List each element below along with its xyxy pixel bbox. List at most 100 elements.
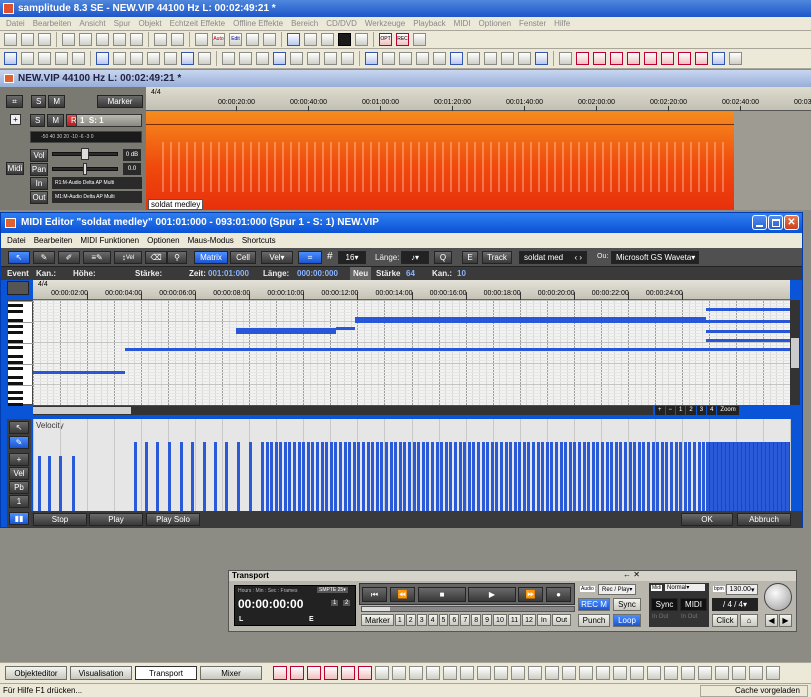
- velocity-bar[interactable]: [270, 442, 274, 511]
- velocity-bar[interactable]: [467, 442, 471, 511]
- menu-item[interactable]: Bearbeiten: [29, 19, 76, 28]
- velocity-bar[interactable]: [403, 442, 407, 511]
- velocity-bar[interactable]: [311, 442, 315, 511]
- piano-black-key[interactable]: [8, 367, 23, 370]
- track-expand-icon[interactable]: +: [10, 114, 21, 125]
- bottom-tool-icon[interactable]: [426, 666, 440, 680]
- track-name-field[interactable]: 1 S: 1: [76, 114, 142, 127]
- marker-number-button[interactable]: 1: [394, 614, 405, 626]
- toolbar-tool-icon[interactable]: [695, 52, 708, 65]
- punch-button[interactable]: Punch: [578, 614, 610, 627]
- velocity-bar[interactable]: [527, 442, 531, 511]
- velocity-bar[interactable]: [389, 442, 393, 511]
- pan-slider-handle[interactable]: [83, 163, 87, 175]
- counter-btn-1[interactable]: 1: [331, 600, 339, 606]
- menu-item[interactable]: MIDI: [450, 19, 475, 28]
- toolbar-tool-icon[interactable]: [535, 52, 548, 65]
- marker-button[interactable]: Marker: [97, 95, 144, 108]
- velocity-bar[interactable]: [522, 442, 526, 511]
- rec-m-button[interactable]: REC M: [578, 598, 610, 611]
- midi-note[interactable]: [124, 348, 790, 351]
- toolbar-tool-icon[interactable]: [239, 52, 252, 65]
- grid-icon[interactable]: [195, 33, 208, 46]
- bottom-tool-icon[interactable]: [409, 666, 423, 680]
- bottom-tool-icon[interactable]: [307, 666, 321, 680]
- velocity-side-tool[interactable]: 1: [9, 495, 29, 508]
- piano-black-key[interactable]: [8, 346, 23, 349]
- marker-number-button[interactable]: 7: [460, 614, 471, 626]
- marker-number-button[interactable]: 11: [507, 614, 522, 626]
- velocity-bar[interactable]: [274, 442, 278, 511]
- default-velocity-value[interactable]: 64: [406, 267, 415, 280]
- velocity-bar[interactable]: [610, 442, 614, 511]
- bottom-tool-icon[interactable]: [392, 666, 406, 680]
- velocity-bar[interactable]: [325, 442, 329, 511]
- velocity-bar[interactable]: [180, 442, 184, 511]
- toolbar-tool-icon[interactable]: [518, 52, 531, 65]
- zoom-tool-button[interactable]: ⚲: [167, 251, 187, 264]
- toolbar-tool-icon[interactable]: [96, 52, 109, 65]
- loop-button[interactable]: Loop: [613, 614, 641, 627]
- velocity-bar[interactable]: [559, 442, 563, 511]
- rec-icon[interactable]: REC: [396, 33, 409, 46]
- goto-start-icon[interactable]: [304, 33, 317, 46]
- toolbar-tool-icon[interactable]: [559, 52, 572, 65]
- velocity-bar[interactable]: [504, 442, 508, 511]
- marker-out-button[interactable]: Out: [551, 614, 572, 626]
- velocity-side-tool[interactable]: +: [9, 453, 29, 466]
- midi-note[interactable]: [706, 308, 790, 311]
- play-icon[interactable]: [355, 33, 368, 46]
- velocity-bar[interactable]: [646, 442, 650, 511]
- open-folder-icon[interactable]: [21, 33, 34, 46]
- draw-line-tool-button[interactable]: ≡✎: [83, 251, 111, 264]
- position-slider-handle[interactable]: [362, 607, 390, 611]
- midi-note[interactable]: [235, 328, 336, 331]
- velocity-bar[interactable]: [426, 442, 430, 511]
- velocity-bar[interactable]: [614, 442, 618, 511]
- save-icon[interactable]: [38, 33, 51, 46]
- marker-number-button[interactable]: 10: [493, 614, 507, 626]
- mute-all-button[interactable]: M: [48, 95, 66, 108]
- eraser-tool-button[interactable]: ⌫: [145, 251, 167, 264]
- bottom-tool-icon[interactable]: [273, 666, 287, 680]
- velocity-bar[interactable]: [283, 442, 287, 511]
- midi-note[interactable]: [335, 327, 355, 330]
- cursor-play-icon[interactable]: [287, 33, 300, 46]
- velocity-bar[interactable]: [463, 442, 467, 511]
- velocity-bar[interactable]: [596, 442, 600, 511]
- vip-timeline-ruler[interactable]: 4/4 00:00:20:00 00:00:40:00 00:01:00:00 00:…: [146, 87, 811, 111]
- velocity-bar[interactable]: [660, 442, 664, 511]
- midi-menu-item[interactable]: Datei: [3, 236, 30, 245]
- bottom-tool-icon[interactable]: [375, 666, 389, 680]
- velocity-bar[interactable]: [679, 442, 683, 511]
- velocity-bar[interactable]: [407, 442, 411, 511]
- jog-next-button[interactable]: ▶: [779, 614, 792, 627]
- piano-black-key[interactable]: [8, 304, 23, 307]
- velocity-bar[interactable]: [145, 442, 149, 511]
- midi-note[interactable]: [235, 331, 336, 334]
- velocity-bar[interactable]: [578, 442, 582, 511]
- cell-button[interactable]: Cell: [230, 251, 256, 264]
- bottom-tool-icon[interactable]: [341, 666, 355, 680]
- bottom-tool-icon[interactable]: [545, 666, 559, 680]
- rewind-button[interactable]: ⏪: [390, 587, 415, 602]
- velocity-bar[interactable]: [601, 442, 605, 511]
- velocity-editor[interactable]: Velocity: [33, 419, 791, 511]
- menu-item[interactable]: Werkzeuge: [361, 19, 409, 28]
- brush-tool-button[interactable]: ✐: [58, 251, 80, 264]
- pencil-tool-button[interactable]: ✎: [33, 251, 55, 264]
- velocity-bar[interactable]: [449, 442, 453, 511]
- transport-position-slider[interactable]: [361, 606, 575, 612]
- jog-wheel[interactable]: [764, 583, 792, 611]
- velocity-bar[interactable]: [568, 442, 572, 511]
- midi-output-select[interactable]: Microsoft GS Waveta ▾: [611, 251, 699, 264]
- velocity-side-tool[interactable]: Vel: [9, 467, 29, 480]
- velocity-bar[interactable]: [573, 442, 577, 511]
- velocity-bar[interactable]: [394, 442, 398, 511]
- pointer-tool-button[interactable]: ↖: [8, 251, 30, 264]
- velocity-bar[interactable]: [518, 442, 522, 511]
- toolbar-tool-icon[interactable]: [399, 52, 412, 65]
- paste-special-icon[interactable]: [113, 33, 126, 46]
- velocity-bar[interactable]: [444, 442, 448, 511]
- forward-button[interactable]: ⏩: [518, 587, 543, 602]
